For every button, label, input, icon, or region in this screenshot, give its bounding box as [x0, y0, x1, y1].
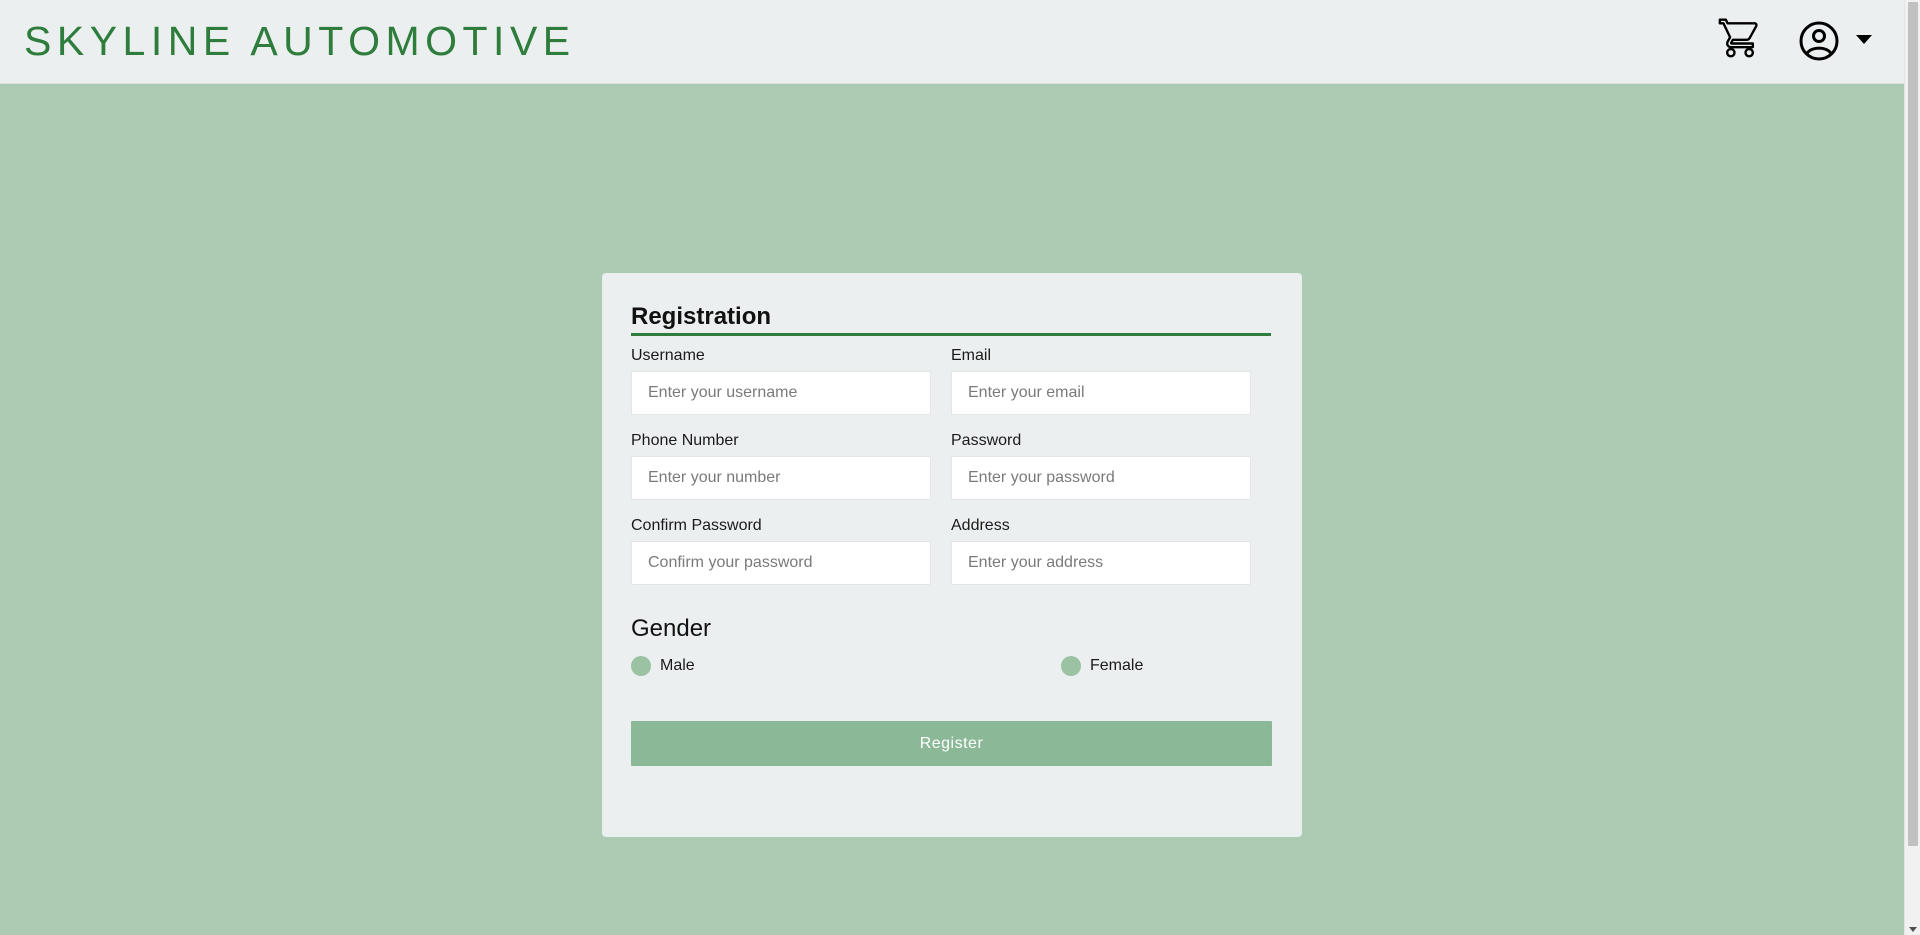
scrollbar-thumb[interactable] — [1908, 2, 1918, 846]
gender-heading: Gender — [631, 615, 712, 642]
confirm-password-input[interactable] — [631, 541, 931, 585]
username-label: Username — [631, 347, 705, 364]
email-label: Email — [951, 347, 992, 364]
confirm-password-label: Confirm Password — [631, 517, 762, 534]
scroll-down-arrow-icon[interactable] — [1909, 927, 1917, 932]
email-input[interactable] — [951, 371, 1251, 415]
top-navbar: SKYLINE AUTOMOTIVE — [0, 0, 1904, 84]
gender-option-male[interactable]: Male — [631, 655, 695, 677]
brand-logo[interactable]: SKYLINE AUTOMOTIVE — [24, 18, 576, 64]
password-label: Password — [951, 432, 1022, 449]
phone-label: Phone Number — [631, 432, 739, 449]
form-title: Registration — [631, 300, 1271, 336]
register-button[interactable]: Register — [631, 721, 1272, 766]
registration-card: Registration Username Email Phone Number… — [602, 273, 1302, 837]
cart-icon — [1718, 18, 1758, 58]
caret-down-icon — [1856, 35, 1872, 44]
cart-button[interactable] — [1716, 14, 1764, 62]
radio-label: Male — [660, 657, 695, 674]
radio-button[interactable] — [631, 656, 651, 676]
gender-option-female[interactable]: Female — [1061, 655, 1143, 677]
account-button[interactable] — [1794, 16, 1844, 66]
radio-button[interactable] — [1061, 656, 1081, 676]
username-input[interactable] — [631, 371, 931, 415]
phone-input[interactable] — [631, 456, 931, 500]
address-input[interactable] — [951, 541, 1251, 585]
account-dropdown-toggle[interactable] — [1853, 32, 1875, 48]
password-input[interactable] — [951, 456, 1251, 500]
user-circle-icon — [1799, 21, 1839, 61]
address-label: Address — [951, 517, 1010, 534]
radio-label: Female — [1090, 657, 1144, 674]
page-scrollbar[interactable] — [1904, 0, 1920, 935]
